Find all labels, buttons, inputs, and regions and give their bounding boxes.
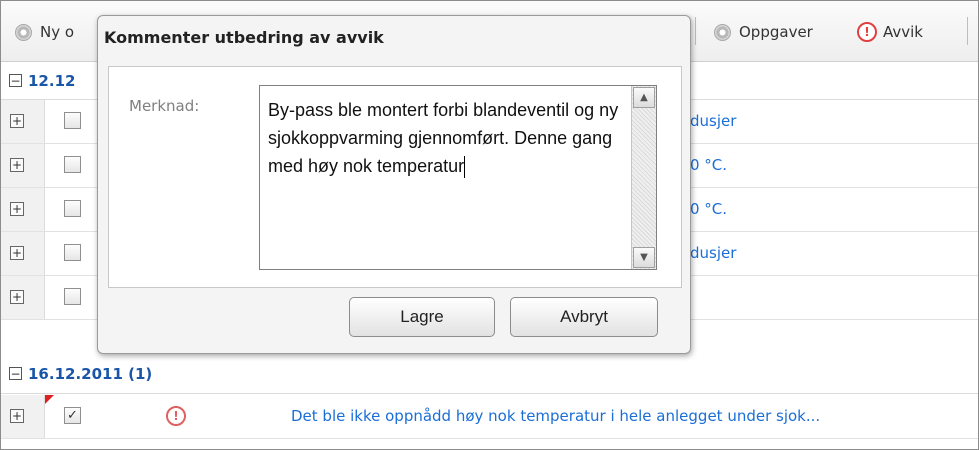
gear-icon: [15, 23, 32, 41]
group-header-date: 12.12: [28, 71, 76, 90]
text-caret: [464, 156, 466, 179]
expand-icon[interactable]: +: [10, 202, 24, 216]
row-link[interactable]: 0 °C.: [690, 156, 727, 174]
row-link[interactable]: dusjer: [690, 112, 736, 130]
comment-dialog: Kommenter utbedring av avvik Merknad: By…: [97, 15, 691, 354]
tasks-button[interactable]: Oppgaver: [714, 21, 813, 43]
changed-flag-icon: [45, 395, 54, 404]
remark-text-value: By-pass ble montert forbi blandeventil o…: [268, 100, 619, 176]
expand-icon[interactable]: +: [10, 246, 24, 260]
expand-cell: +: [1, 100, 45, 143]
deviations-button-label: Avvik: [883, 23, 923, 41]
deviations-button[interactable]: ! Avvik: [857, 21, 923, 43]
warning-icon: !: [857, 22, 877, 42]
expand-cell: +: [1, 232, 45, 275]
row-checkbox[interactable]: ✓: [64, 407, 81, 424]
save-button[interactable]: Lagre: [349, 297, 495, 337]
dialog-body: Merknad: By-pass ble montert forbi bland…: [108, 66, 682, 288]
collapse-icon[interactable]: −: [9, 74, 22, 87]
toolbar-divider: [695, 17, 696, 45]
expand-icon[interactable]: +: [10, 114, 24, 128]
expand-icon[interactable]: +: [10, 409, 24, 423]
group-header-date: 16.12.2011 (1): [28, 364, 153, 383]
expand-cell: +: [1, 188, 45, 231]
row-link[interactable]: dusjer: [690, 244, 736, 262]
textarea-scrollbar[interactable]: ▲ ▼: [631, 86, 656, 269]
new-button-label: Ny o: [40, 23, 75, 41]
remark-textarea[interactable]: By-pass ble montert forbi blandeventil o…: [259, 85, 657, 270]
dialog-title: Kommenter utbedring av avvik: [104, 28, 384, 47]
toolbar-divider: [967, 17, 968, 45]
row-checkbox[interactable]: [64, 200, 81, 217]
app-window: Ny o Oppgaver ! Avvik − 12.12 + dusjer +…: [0, 0, 979, 450]
table-row: + ✓ ! Det ble ikke oppnådd høy nok tempe…: [1, 395, 978, 439]
cancel-button[interactable]: Avbryt: [510, 297, 658, 337]
row-checkbox[interactable]: [64, 288, 81, 305]
group-header[interactable]: − 16.12.2011 (1): [1, 354, 978, 394]
row-link[interactable]: 0 °C.: [690, 200, 727, 218]
row-link[interactable]: Det ble ikke oppnådd høy nok temperatur …: [291, 407, 820, 425]
collapse-icon[interactable]: −: [9, 367, 22, 380]
scroll-down-icon[interactable]: ▼: [633, 247, 655, 268]
row-checkbox[interactable]: [64, 156, 81, 173]
tasks-button-label: Oppgaver: [739, 23, 813, 41]
row-checkbox[interactable]: [64, 244, 81, 261]
remark-label: Merknad:: [129, 97, 200, 115]
expand-cell: +: [1, 395, 45, 438]
expand-cell: +: [1, 276, 45, 319]
scroll-up-icon[interactable]: ▲: [633, 87, 655, 108]
warning-icon: !: [166, 406, 186, 426]
expand-icon[interactable]: +: [10, 158, 24, 172]
expand-icon[interactable]: +: [10, 290, 24, 304]
expand-cell: +: [1, 144, 45, 187]
remark-text[interactable]: By-pass ble montert forbi blandeventil o…: [268, 96, 628, 180]
new-button[interactable]: Ny o: [15, 21, 74, 43]
row-checkbox[interactable]: [64, 112, 81, 129]
gear-icon: [714, 23, 731, 41]
